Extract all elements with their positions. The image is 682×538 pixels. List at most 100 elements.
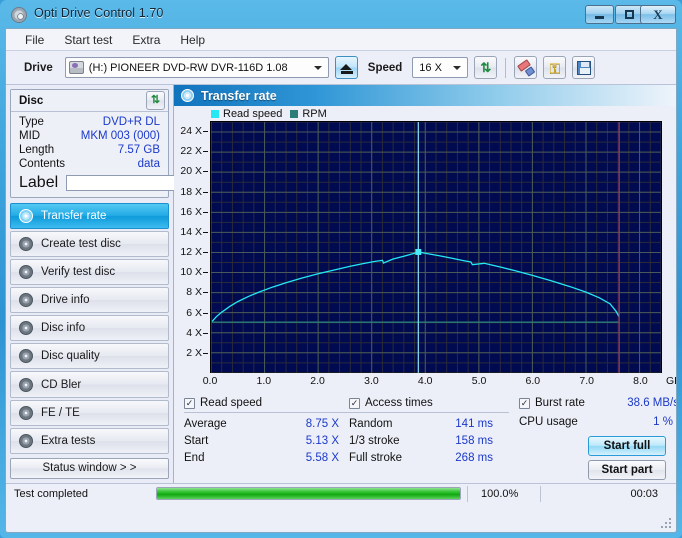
stat-row-cpu-usage: CPU usage 1 % [519,414,676,431]
legend-label-read-speed: Read speed [223,108,283,120]
access-times-checkbox[interactable] [349,397,360,409]
app-disc-icon [11,7,27,23]
read-speed-header: Read speed [184,397,364,411]
stat-row-start: Start 5.13 X [184,433,364,450]
drive-select-value: (H:) PIONEER DVD-RW DVR-116D 1.08 [88,61,288,74]
transfer-rate-icon [19,209,33,224]
end-value: 5.58 X [305,452,339,464]
y-axis-tick-label: 16 X [180,205,202,218]
y-axis-tick [203,312,208,314]
third-stroke-value: 158 ms [455,435,493,447]
status-window-label: Status window > > [42,462,137,475]
disc-contents-label: Contents [19,158,66,170]
y-axis-tick-label: 10 X [180,266,202,279]
sidebar-item-disc-info[interactable]: Disc info [10,315,169,342]
start-full-button[interactable]: Start full [588,436,666,456]
grip-dot [665,522,667,524]
sidebar-item-disc-quality[interactable]: Disc quality [10,343,169,370]
sidebar-item-label: Disc info [41,322,86,335]
sidebar-item-label: Drive info [41,294,90,307]
disc-length-value: 7.57 GB [117,144,160,156]
save-button[interactable] [572,56,596,79]
menu-item-start-test[interactable]: Start test [55,30,121,50]
fe-te-icon [19,405,33,420]
grip-dot [669,522,671,524]
test-action-buttons: Start full Start part [588,436,666,480]
sidebar-item-label: Verify test disc [41,266,116,279]
chart-y-axis: 2 X 4 X 6 X 8 X 10 X 12 X 14 X 16 X 18 X 20 X 22 X… [174,121,208,373]
y-axis-tick-label: 14 X [180,225,202,238]
y-axis-tick [203,191,208,193]
status-bar: Test completed 100.0% 00:03 [6,483,676,528]
drive-select[interactable]: (H:) PIONEER DVD-RW DVR-116D 1.08 [64,57,329,78]
x-axis-tick-label: 1.0 [256,375,272,387]
erase-disc-button[interactable] [514,56,538,79]
resize-grip[interactable] [661,518,673,530]
menu-item-file[interactable]: File [16,30,53,50]
y-axis-tick-label: 8 X [186,286,202,299]
y-axis-tick [203,292,208,294]
transfer-rate-chart: Read speed RPM 2 X 4 X 6 X 8 X 10 X 12 X 14 X 1… [174,106,676,391]
disc-row-type: Type DVD+R DL [11,115,168,129]
legend-label-rpm: RPM [302,108,327,120]
speed-select-value: 16 X [419,61,442,74]
x-axis-tick-label: 8.0 [633,375,648,387]
y-axis-tick-label: 22 X [180,145,202,158]
sidebar-item-create-test-disc[interactable]: Create test disc [10,231,169,258]
body: Disc ⇅ Type DVD+R DL MID MKM 003 (000) L… [6,85,676,483]
optical-drive-icon [68,61,84,74]
y-axis-tick-label: 6 X [186,306,202,319]
minimize-icon [595,16,604,19]
license-key-button[interactable]: ⚿ [543,56,567,79]
chart-x-unit: GB [666,375,676,387]
close-button[interactable]: X [640,5,676,24]
eject-button[interactable] [334,56,358,79]
third-stroke-label: 1/3 stroke [349,435,400,447]
speed-label: Speed [367,61,403,74]
start-part-button[interactable]: Start part [588,460,666,480]
disc-panel-header: Disc ⇅ [11,90,168,112]
create-test-disc-icon [19,237,33,252]
read-speed-checkbox[interactable] [184,397,195,409]
sidebar-item-fe-te[interactable]: FE / TE [10,399,169,426]
disc-type-label: Type [19,116,44,128]
toolbar-divider [505,57,507,78]
sidebar-item-cd-bler[interactable]: CD Bler [10,371,169,398]
status-window-button[interactable]: Status window > > [10,457,169,479]
x-axis-tick-label: 3.0 [364,375,379,387]
x-axis-tick-label: 2.0 [310,375,325,387]
full-stroke-value: 268 ms [455,452,493,464]
sidebar-item-label: Transfer rate [41,210,107,223]
speed-select[interactable]: 16 X [412,57,469,78]
y-axis-tick [203,272,208,274]
y-axis-tick-label: 24 X [180,125,202,138]
sidebar-item-transfer-rate[interactable]: Transfer rate [10,203,169,230]
grip-dot [661,526,663,528]
minimize-button[interactable] [585,5,614,24]
menu-item-help[interactable]: Help [171,30,214,50]
disc-refresh-button[interactable]: ⇅ [146,91,165,110]
y-axis-tick [203,252,208,254]
start-value: 5.13 X [305,435,339,447]
sidebar-item-drive-info[interactable]: Drive info [10,287,169,314]
transfer-rate-icon [181,89,194,102]
stat-row-third-stroke: 1/3 stroke 158 ms [349,433,509,450]
sidebar-item-verify-test-disc[interactable]: Verify test disc [10,259,169,286]
disc-mid-value: MKM 003 (000) [80,130,160,142]
refresh-button[interactable]: ⇅ [474,56,498,79]
menu-item-extra[interactable]: Extra [123,30,169,50]
divider [467,485,468,502]
random-label: Random [349,418,393,430]
grip-dot [665,526,667,528]
divider [349,412,509,413]
access-times-header: Access times [349,397,509,411]
sidebar-item-extra-tests[interactable]: Extra tests [10,427,169,454]
disc-row-contents: Contents data [11,157,168,171]
legend-swatch-read-speed [211,110,219,118]
y-axis-tick [203,332,208,334]
burst-rate-title: Burst rate [535,397,585,409]
application-window: Opti Drive Control 1.70 X File Start tes… [0,0,682,538]
disc-quality-icon [19,349,33,364]
y-axis-tick [203,211,208,213]
burst-rate-checkbox[interactable] [519,397,530,409]
